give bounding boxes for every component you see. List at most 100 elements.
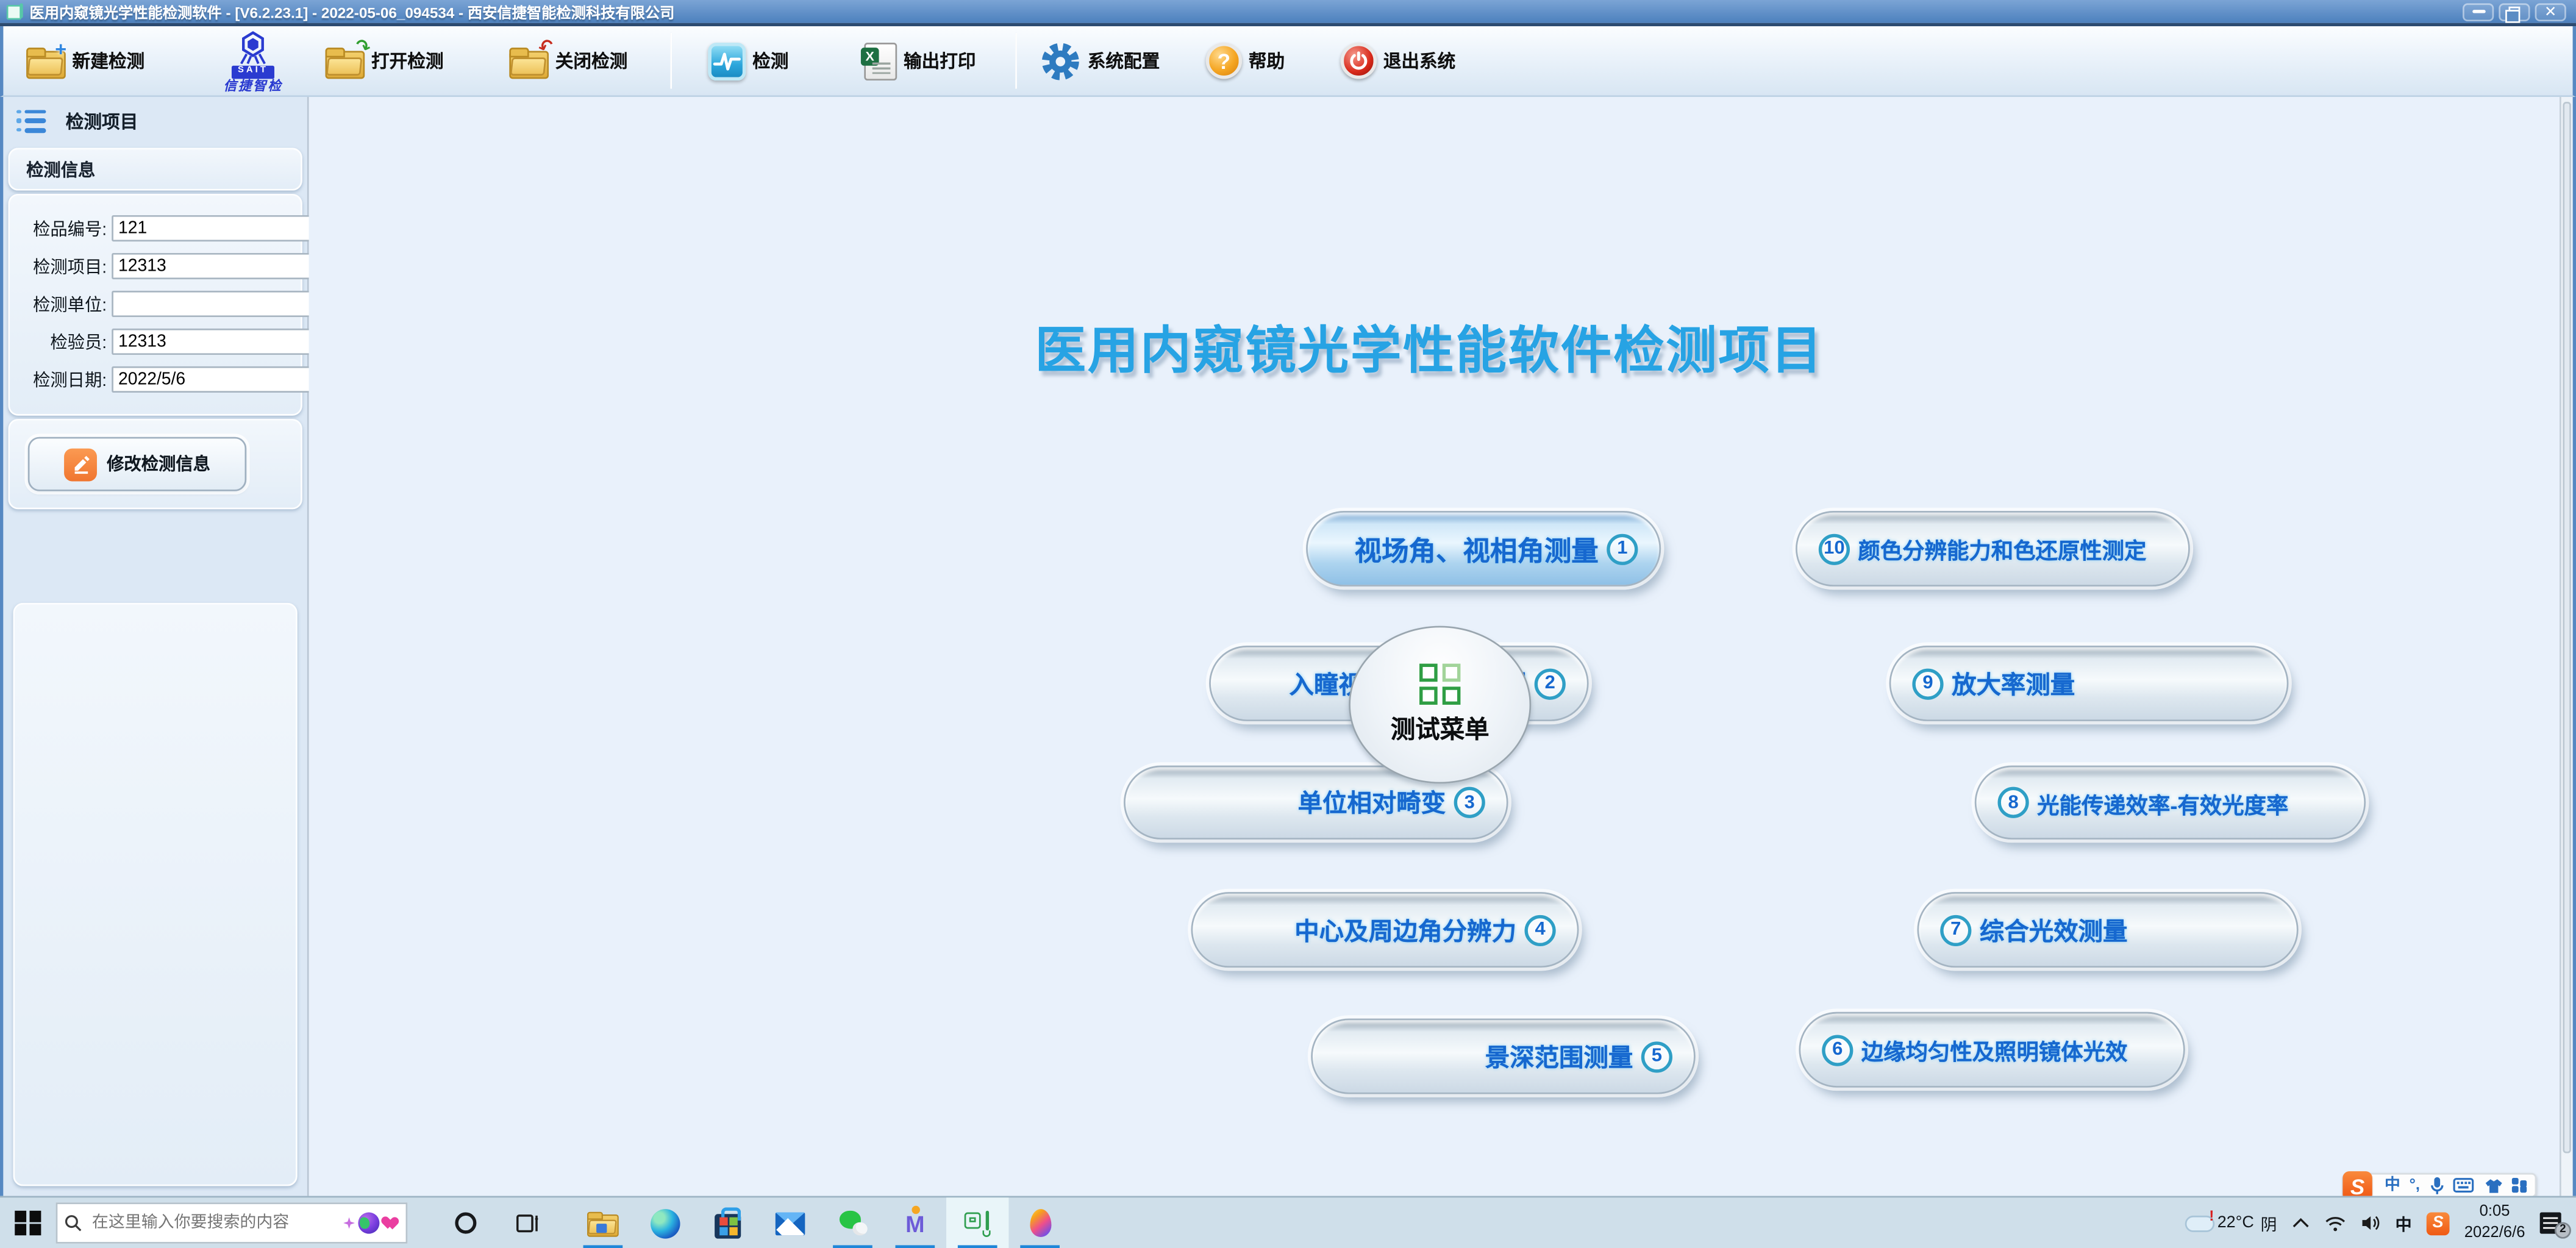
- toolbar-divider: [670, 33, 672, 89]
- wifi-icon[interactable]: [2325, 1215, 2346, 1232]
- edit-test-info-label: 修改检测信息: [107, 452, 210, 476]
- menu-icon[interactable]: [16, 109, 46, 132]
- scrollbar-thumb[interactable]: [2563, 102, 2571, 1153]
- test-button-label: 景深范围测量: [1485, 1039, 1633, 1074]
- wechat-button[interactable]: [821, 1197, 883, 1248]
- menu-grid-icon: [1420, 664, 1460, 704]
- minimize-button[interactable]: [2463, 2, 2494, 21]
- sogou-tray-icon[interactable]: S: [2427, 1211, 2450, 1235]
- file-explorer-icon: [587, 1211, 619, 1236]
- number-badge: 8: [1998, 787, 2029, 818]
- start-button[interactable]: [0, 1197, 56, 1248]
- screen: 医用内窥镜光学性能检测软件 - [V6.2.23.1] - 2022-05-06…: [0, 0, 2576, 1248]
- weather-widget[interactable]: 22°C 阴: [2185, 1211, 2277, 1235]
- purple-m-app-button[interactable]: M: [884, 1197, 946, 1248]
- search-icon: [64, 1214, 82, 1232]
- notification-center-button[interactable]: 2: [2540, 1211, 2566, 1235]
- store-button[interactable]: [696, 1197, 758, 1248]
- toolbar-divider-2: [1015, 33, 1017, 89]
- open-test-button[interactable]: ↷ 打开检测: [326, 45, 444, 76]
- test-button-7-luminous-efficacy[interactable]: 7 综合光效测量: [1917, 892, 2298, 968]
- test-button-10-color[interactable]: 10 颜色分辨能力和色还原性测定: [1796, 511, 2190, 587]
- help-button[interactable]: ? 帮助: [1206, 43, 1285, 79]
- open-folder-icon: ↷: [326, 45, 365, 76]
- microphone-icon[interactable]: [2429, 1175, 2444, 1195]
- new-test-button[interactable]: + 新建检测: [26, 45, 144, 76]
- wechat-icon: [839, 1211, 867, 1235]
- system-config-button[interactable]: 系统配置: [1040, 40, 1160, 81]
- sample-id-label: 检品编号:: [16, 216, 112, 240]
- restore-button[interactable]: [2499, 2, 2530, 21]
- speaker-icon[interactable]: [2361, 1214, 2380, 1232]
- close-icon: ✕: [2544, 4, 2556, 19]
- flame-app-button[interactable]: [1008, 1197, 1071, 1248]
- page-title: 医用内窥镜光学性能软件检测项目: [309, 309, 2550, 383]
- sidebar-empty-panel: [13, 603, 298, 1186]
- flame-app-icon: [1029, 1209, 1051, 1237]
- clock-time: 0:05: [2480, 1203, 2510, 1223]
- help-label: 帮助: [1249, 48, 1285, 74]
- sparkle-icon: [343, 1218, 355, 1229]
- restore-icon: [2509, 7, 2521, 16]
- clock[interactable]: 0:05 2022/6/6: [2464, 1203, 2525, 1244]
- close-button[interactable]: ✕: [2535, 2, 2566, 21]
- clock-date: 2022/6/6: [2464, 1223, 2525, 1243]
- ime-punctuation-toggle[interactable]: °,: [2410, 1177, 2420, 1193]
- print-label: 输出打印: [904, 48, 976, 74]
- power-icon: [1341, 43, 1377, 79]
- task-view-icon: [516, 1213, 539, 1234]
- number-badge: 10: [1819, 533, 1850, 564]
- keyboard-icon[interactable]: [2453, 1178, 2474, 1193]
- edge-button[interactable]: [634, 1197, 696, 1248]
- hidden-icons-chevron[interactable]: [2292, 1218, 2310, 1229]
- window-title: 医用内窥镜光学性能检测软件 - [V6.2.23.1] - 2022-05-06…: [30, 1, 675, 22]
- toolbar: + 新建检测 SAIT 信捷智检 ↷ 打开检测 ↷ 关闭检测 检测: [0, 26, 2576, 97]
- windows-logo-icon: [15, 1211, 40, 1236]
- form-row: 检验员:: [16, 329, 288, 355]
- ime-toolbar[interactable]: S 中 °,: [2353, 1173, 2537, 1197]
- notification-count-badge: 2: [2555, 1221, 2571, 1238]
- task-view-button[interactable]: [496, 1197, 558, 1248]
- pencil-icon: [64, 447, 97, 480]
- number-badge: 9: [1912, 668, 1943, 699]
- skin-shirt-icon[interactable]: [2483, 1177, 2503, 1194]
- system-tray: 22°C 阴 中 S 0:05 2022/6/6 2: [2185, 1203, 2576, 1244]
- titlebar: 医用内窥镜光学性能检测软件 - [V6.2.23.1] - 2022-05-06…: [0, 0, 2576, 23]
- sidebar-header: 检测项目: [3, 97, 307, 144]
- number-badge: 7: [1940, 914, 1971, 945]
- excel-print-icon: [864, 42, 897, 80]
- test-button-4-resolution[interactable]: 中心及周边角分辨力 4: [1191, 892, 1579, 968]
- endoscope-app-button[interactable]: [946, 1197, 1008, 1248]
- taskbar-search[interactable]: [56, 1202, 408, 1243]
- cortana-button[interactable]: [433, 1197, 496, 1248]
- vertical-scrollbar[interactable]: [2560, 97, 2573, 1196]
- test-button-5-depth-of-field[interactable]: 景深范围测量 5: [1311, 1019, 1696, 1094]
- temperature-text: 22°C: [2217, 1214, 2254, 1232]
- exit-button[interactable]: 退出系统: [1341, 43, 1456, 79]
- test-button-8-light-transfer[interactable]: 8 光能传递效率-有效光度率: [1975, 766, 2366, 840]
- toolbox-grid-icon[interactable]: [2512, 1178, 2527, 1193]
- file-explorer-button[interactable]: [572, 1197, 634, 1248]
- edit-test-info-button[interactable]: 修改检测信息: [28, 437, 246, 491]
- close-test-button[interactable]: ↷ 关闭检测: [509, 45, 627, 76]
- gear-icon: [1040, 40, 1081, 81]
- print-button[interactable]: 输出打印: [864, 42, 976, 80]
- test-button-label: 边缘均匀性及照明镜体光效: [1861, 1033, 2128, 1066]
- ime-indicator[interactable]: 中: [2396, 1211, 2412, 1235]
- test-button-label: 颜色分辨能力和色还原性测定: [1858, 532, 2146, 565]
- close-folder-icon: ↷: [509, 45, 549, 76]
- form-row: 检测日期:: [16, 366, 288, 393]
- test-button-9-magnification[interactable]: 9 放大率测量: [1889, 646, 2289, 721]
- mail-button[interactable]: [759, 1197, 821, 1248]
- test-button-1-fov[interactable]: 视场角、视相角测量 1: [1306, 511, 1661, 587]
- test-info-section-header: 检测信息: [8, 148, 302, 191]
- search-input[interactable]: [89, 1213, 337, 1234]
- detect-monitor-icon: [708, 42, 746, 80]
- test-date-label: 检测日期:: [16, 367, 112, 391]
- detect-button[interactable]: 检测: [708, 42, 788, 80]
- ime-mode-toggle[interactable]: 中: [2385, 1177, 2400, 1193]
- test-button-6-edge-uniformity[interactable]: 6 边缘均匀性及照明镜体光效: [1799, 1012, 2185, 1088]
- test-menu-hub[interactable]: 测试菜单: [1349, 626, 1531, 784]
- test-item-label: 检测项目:: [16, 254, 112, 278]
- globe-icon: [358, 1213, 379, 1234]
